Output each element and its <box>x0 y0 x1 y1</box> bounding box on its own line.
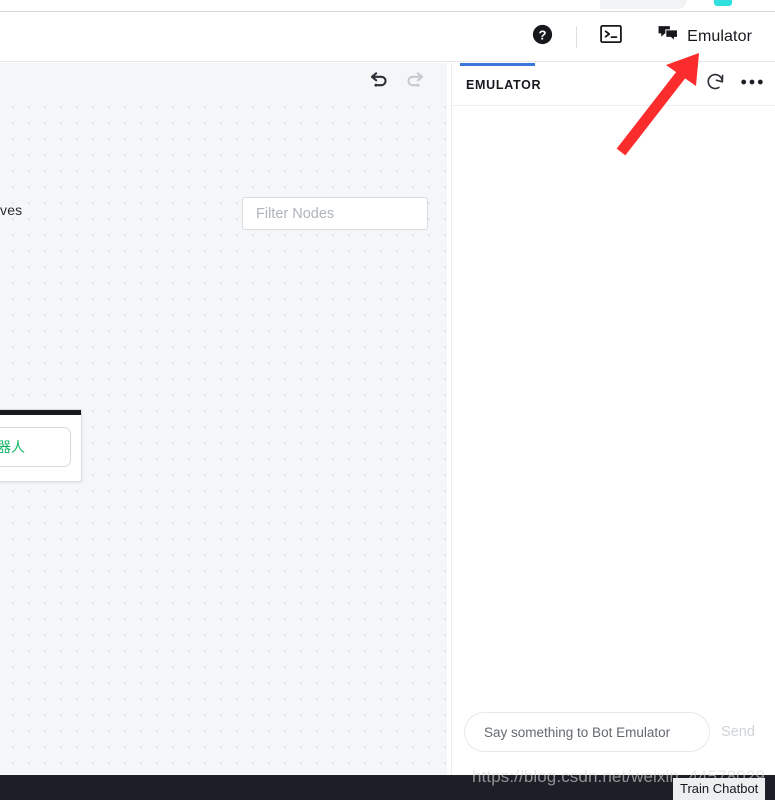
flow-canvas-panel: ves ss机器人 <box>0 63 447 775</box>
emulator-tabbar: EMULATOR <box>452 63 775 106</box>
emulator-composer: Send <box>452 711 775 753</box>
terminal-icon <box>600 25 622 48</box>
filter-nodes-input[interactable] <box>242 197 428 230</box>
emulator-tab-actions <box>705 71 764 92</box>
browser-tab-fragment <box>600 0 687 9</box>
redo-arrow-icon[interactable] <box>404 70 425 88</box>
emulator-message-input[interactable] <box>464 712 710 752</box>
console-button[interactable] <box>593 20 629 54</box>
node-chip-label[interactable]: ss机器人 <box>0 427 71 467</box>
send-button[interactable]: Send <box>710 724 766 740</box>
flow-node[interactable]: ss机器人 <box>0 409 82 482</box>
canvas-truncated-label: ves <box>0 202 23 218</box>
header-divider <box>576 25 578 48</box>
restart-circular-arrow-icon[interactable] <box>705 71 726 92</box>
tab-emulator[interactable]: EMULATOR <box>460 63 547 106</box>
app-header: ? Emulator <box>0 12 775 62</box>
help-button[interactable]: ? <box>525 20 560 54</box>
emulator-transcript <box>452 107 775 722</box>
svg-text:?: ? <box>539 27 547 42</box>
node-canvas[interactable]: ves ss机器人 <box>0 94 447 775</box>
node-body: ss机器人 <box>0 415 81 481</box>
train-chatbot-tooltip: Train Chatbot <box>673 778 766 800</box>
emulator-panel: EMULATOR Say something to Bot Emulator S… <box>451 63 775 775</box>
help-circle-icon: ? <box>532 24 553 50</box>
chat-bubbles-icon <box>658 25 679 48</box>
tab-emulator-label: EMULATOR <box>466 77 542 92</box>
more-horizontal-icon[interactable] <box>740 78 764 86</box>
emulator-button[interactable]: Emulator <box>651 20 759 54</box>
bottom-dark-bar <box>0 775 775 800</box>
teal-indicator <box>714 0 732 6</box>
undo-arrow-icon[interactable] <box>369 70 390 88</box>
emulator-button-label: Emulator <box>687 27 752 45</box>
canvas-toolbar <box>0 63 447 94</box>
app-root: ? Emulator ves Filter Nodes 人 EMULATOR S… <box>0 0 775 800</box>
